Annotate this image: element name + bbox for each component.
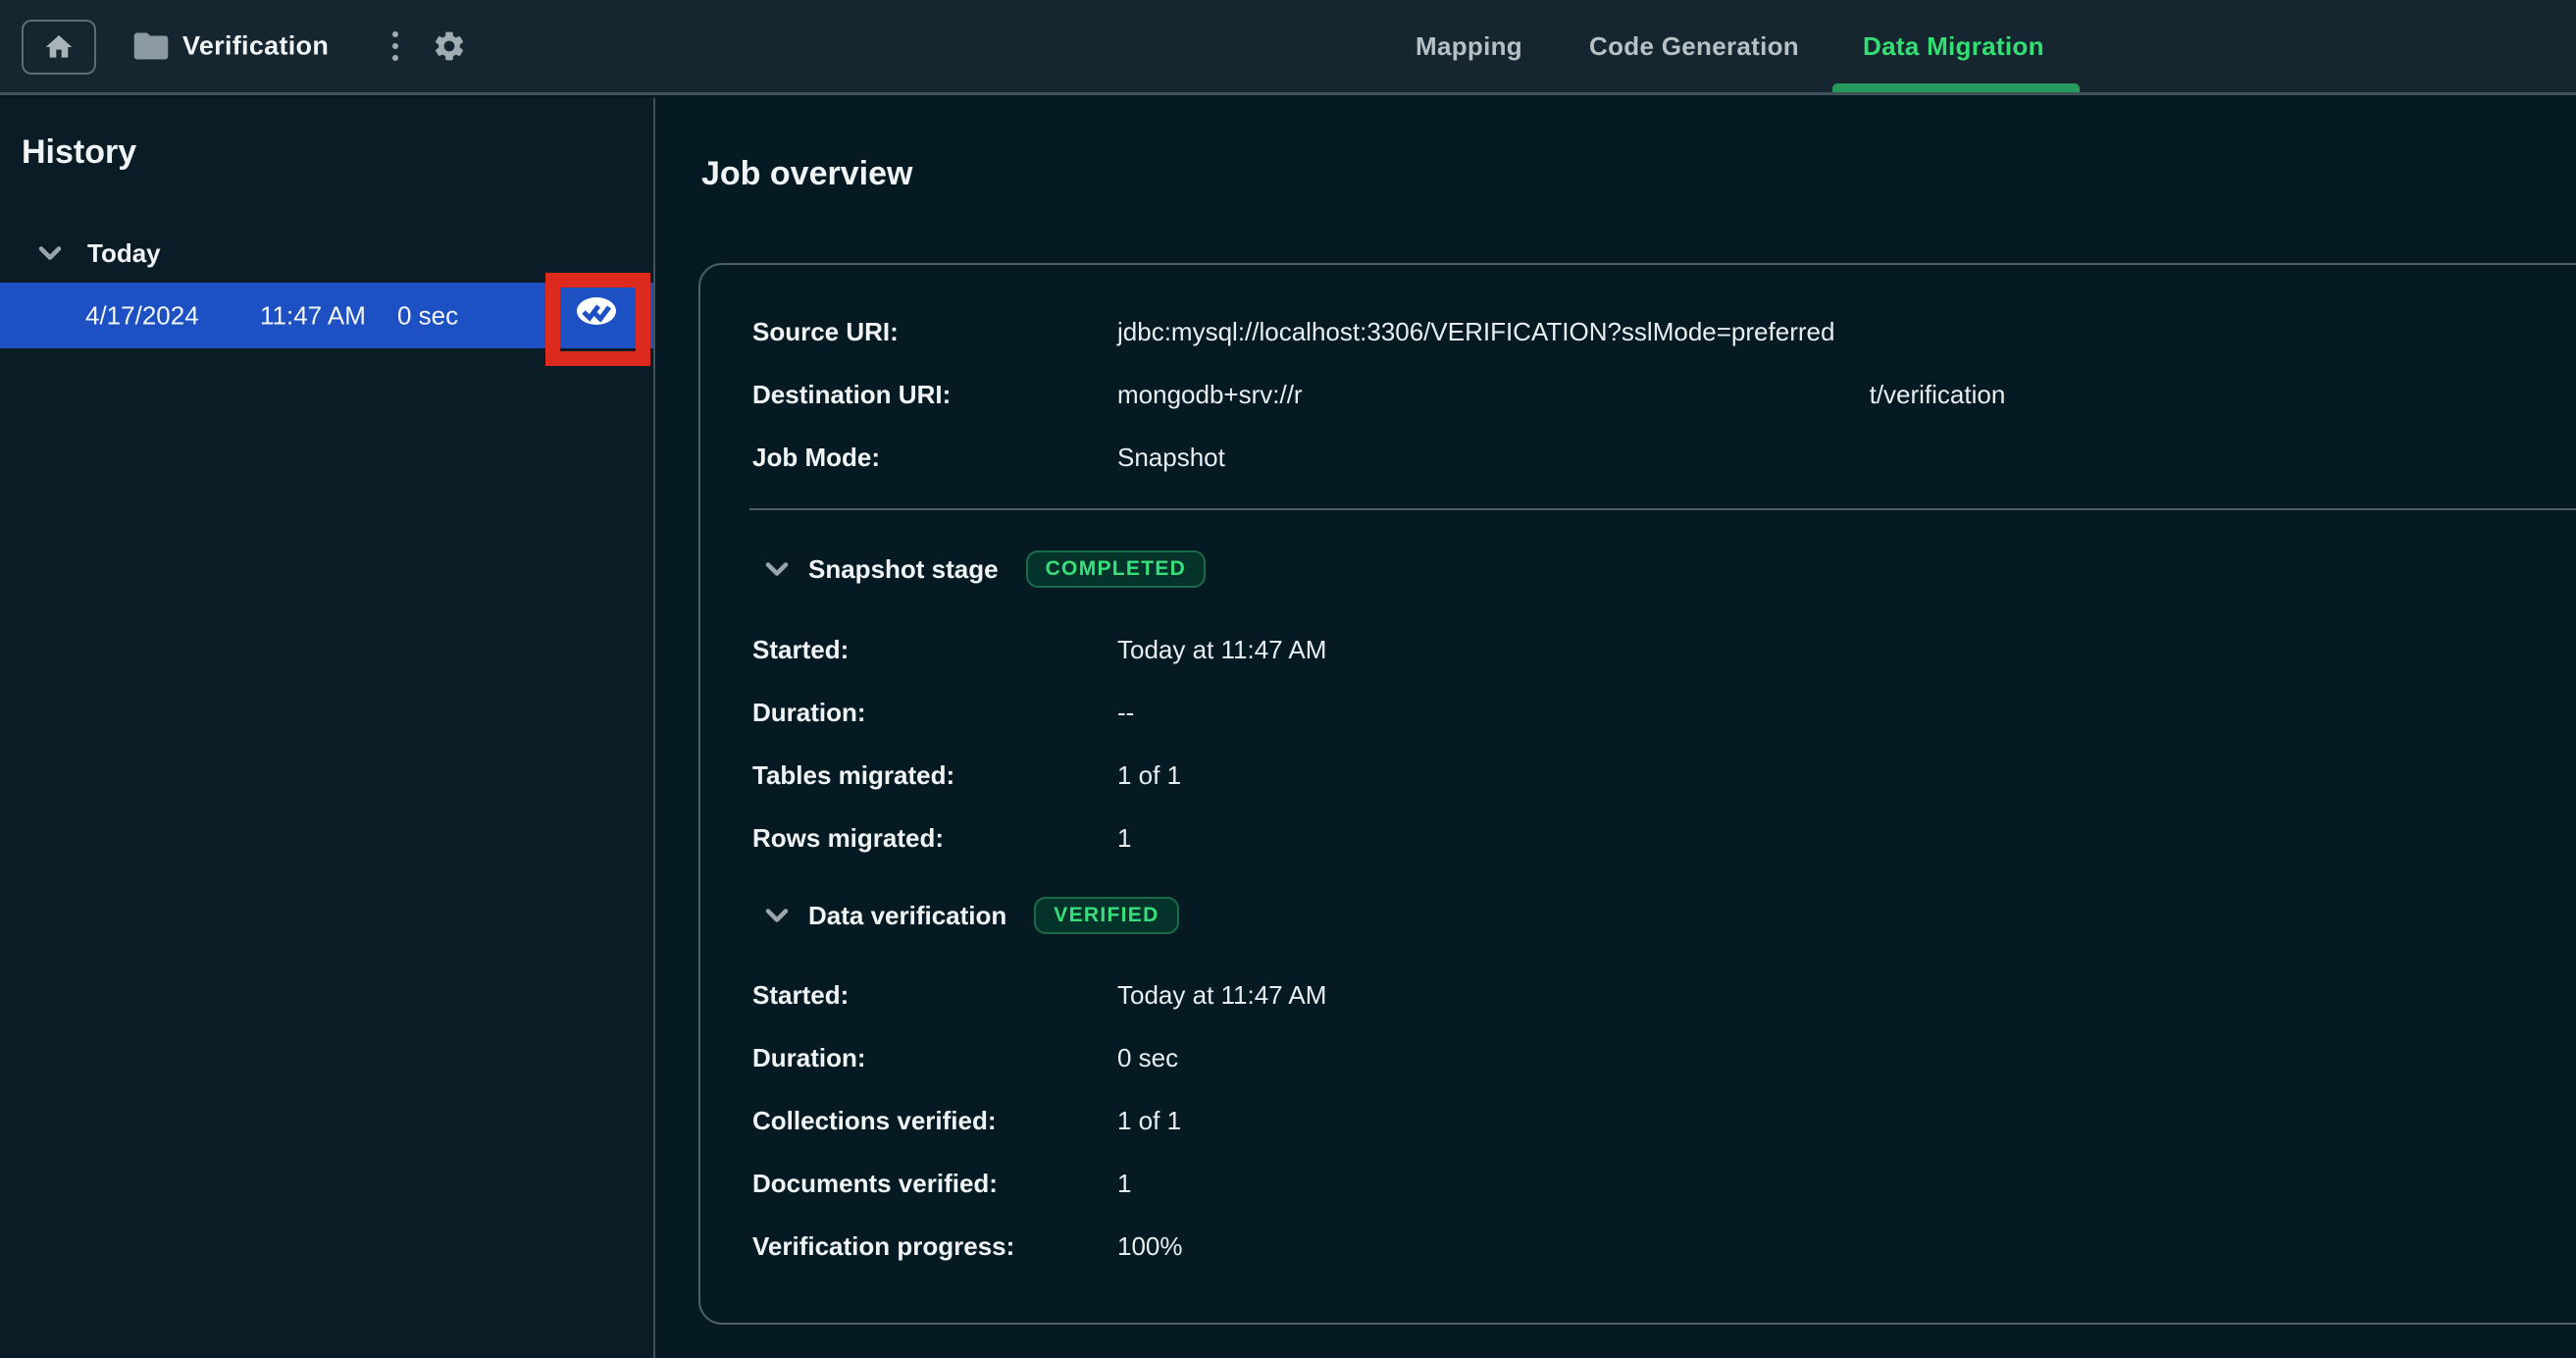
field-source-uri: Source URI: jdbc:mysql://localhost:3306/… — [700, 300, 2576, 363]
folder-icon — [133, 31, 169, 61]
job-time: 11:47 AM — [260, 300, 366, 331]
stat-row: Rows migrated: 1 — [700, 807, 2576, 869]
field-value: mongodb+srv://r t/verification — [1117, 380, 2005, 410]
home-icon — [43, 31, 75, 63]
stat-value: 100% — [1117, 1231, 1183, 1262]
home-button[interactable] — [22, 20, 96, 75]
tab-mapping[interactable]: Mapping — [1416, 0, 1522, 92]
stat-label: Tables migrated: — [752, 760, 1117, 791]
stat-label: Verification progress: — [752, 1231, 1117, 1262]
history-row-selected[interactable]: 4/17/2024 11:47 AM 0 sec — [0, 283, 653, 348]
stat-row: Started: Today at 11:47 AM — [700, 618, 2576, 681]
double-check-icon — [577, 297, 616, 330]
stat-value: -- — [1117, 698, 1134, 728]
stat-value: Today at 11:47 AM — [1117, 635, 1326, 665]
chevron-down-icon — [38, 246, 62, 261]
gear-icon[interactable] — [432, 28, 467, 64]
stat-row: Collections verified: 1 of 1 — [700, 1089, 2576, 1152]
main-panel: Job overview Source URI: jdbc:mysql://lo… — [655, 98, 2576, 1358]
field-label: Job Mode: — [752, 443, 1117, 473]
section-snapshot-stage[interactable]: Snapshot stage COMPLETED — [700, 538, 2576, 601]
stat-value: 1 of 1 — [1117, 760, 1181, 791]
status-badge-verified: VERIFIED — [1034, 897, 1178, 934]
job-overview-card: Source URI: jdbc:mysql://localhost:3306/… — [698, 263, 2576, 1325]
stat-label: Started: — [752, 980, 1117, 1011]
kebab-menu-icon[interactable] — [385, 26, 406, 66]
tab-data-migration[interactable]: Data Migration — [1863, 0, 2044, 92]
field-destination-uri: Destination URI: mongodb+srv://r t/verifi… — [700, 363, 2576, 426]
snapshot-stage-rows: Started: Today at 11:47 AM Duration: -- … — [700, 618, 2576, 869]
active-tab-underline — [1832, 83, 2080, 92]
stat-value: 0 sec — [1117, 1043, 1178, 1073]
section-data-verification[interactable]: Data verification VERIFIED — [700, 884, 2576, 947]
stat-label: Started: — [752, 635, 1117, 665]
history-title: History — [22, 133, 136, 172]
history-group-today[interactable]: Today — [0, 234, 653, 273]
stat-row: Tables migrated: 1 of 1 — [700, 744, 2576, 807]
field-value: Snapshot — [1117, 443, 1225, 473]
data-verification-rows: Started: Today at 11:47 AM Duration: 0 s… — [700, 964, 2576, 1278]
stat-label: Duration: — [752, 1043, 1117, 1073]
group-label: Today — [87, 238, 161, 269]
stat-row: Duration: 0 sec — [700, 1026, 2576, 1089]
stat-row: Duration: -- — [700, 681, 2576, 744]
stat-row: Documents verified: 1 — [700, 1152, 2576, 1215]
uri-prefix: mongodb+srv://r — [1117, 380, 1303, 410]
tab-code-generation[interactable]: Code Generation — [1589, 0, 1799, 92]
chevron-down-icon — [765, 909, 789, 923]
field-job-mode: Job Mode: Snapshot — [700, 426, 2576, 489]
job-duration: 0 sec — [397, 300, 458, 331]
field-label: Source URI: — [752, 317, 1117, 347]
stat-value: 1 — [1117, 1169, 1131, 1199]
stat-label: Duration: — [752, 698, 1117, 728]
status-badge-completed: COMPLETED — [1026, 550, 1207, 588]
history-sidebar: History Today 4/17/2024 11:47 AM 0 sec — [0, 98, 655, 1358]
section-title: Data verification — [808, 901, 1006, 931]
page-title: Job overview — [701, 155, 912, 193]
stat-label: Documents verified: — [752, 1169, 1117, 1199]
section-title: Snapshot stage — [808, 554, 999, 585]
field-label: Destination URI: — [752, 380, 1117, 410]
divider — [749, 508, 2576, 510]
stat-row: Verification progress: 100% — [700, 1215, 2576, 1278]
stat-row: Started: Today at 11:47 AM — [700, 964, 2576, 1026]
stat-label: Collections verified: — [752, 1106, 1117, 1136]
field-value: jdbc:mysql://localhost:3306/VERIFICATION… — [1117, 317, 1834, 347]
stat-value: 1 of 1 — [1117, 1106, 1181, 1136]
job-date: 4/17/2024 — [85, 300, 199, 331]
stat-value: Today at 11:47 AM — [1117, 980, 1326, 1011]
top-bar: Verification Mapping Code Generation Dat… — [0, 0, 2576, 95]
chevron-down-icon — [765, 562, 789, 577]
project-title: Verification — [182, 31, 329, 62]
stat-label: Rows migrated: — [752, 823, 1117, 854]
stat-value: 1 — [1117, 823, 1131, 854]
uri-suffix: t/verification — [1870, 380, 2006, 410]
